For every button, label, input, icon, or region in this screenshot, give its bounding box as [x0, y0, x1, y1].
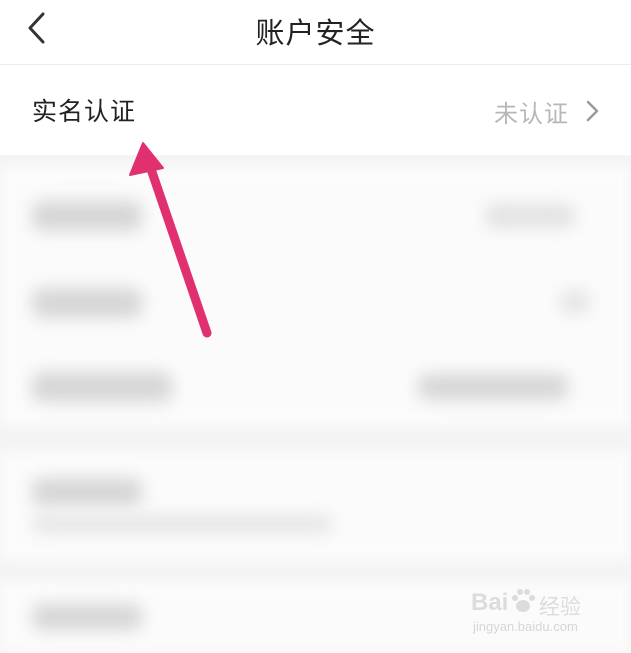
blurred-item — [32, 288, 142, 318]
watermark-brand: Bai — [471, 589, 509, 616]
real-name-verification-row[interactable]: 实名认证 未认证 — [0, 65, 631, 155]
blurred-item — [32, 516, 332, 532]
blurred-item — [32, 201, 142, 231]
blurred-settings-list — [0, 156, 631, 653]
blurred-item — [32, 604, 142, 630]
blurred-item — [32, 478, 142, 506]
chevron-right-icon — [586, 100, 599, 122]
blurred-item — [485, 204, 575, 228]
real-name-verification-label: 实名认证 — [32, 97, 137, 126]
blurred-item — [418, 374, 568, 400]
verification-status: 未认证 — [494, 100, 569, 128]
page-title: 账户安全 — [255, 16, 376, 50]
blurred-item — [560, 290, 590, 314]
blurred-item — [32, 372, 172, 402]
watermark-jingyan: 经验 — [539, 595, 581, 619]
account-security-screen: 账户安全 实名认证 未认证 Bai 经验 jingyan.baidu.com — [0, 0, 631, 653]
blurred-group — [0, 451, 631, 561]
baidu-paw-icon — [512, 589, 535, 612]
navigation-bar: 账户安全 — [0, 0, 631, 65]
baidu-jingyan-watermark: Bai 经验 jingyan.baidu.com — [471, 587, 601, 643]
watermark-url: jingyan.baidu.com — [473, 619, 578, 634]
